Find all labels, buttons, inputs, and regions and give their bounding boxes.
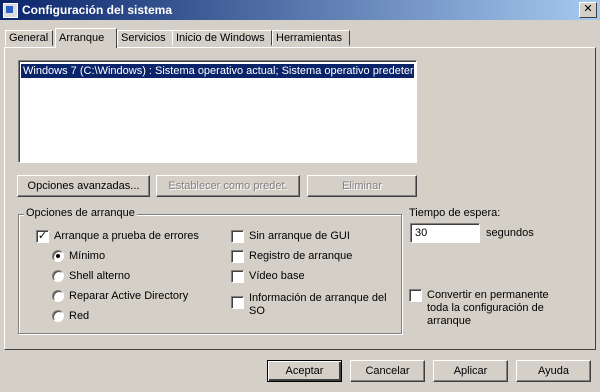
base-video-label: Vídeo base bbox=[249, 270, 305, 282]
os-info-label-line1: Información de arranque del bbox=[249, 292, 387, 304]
make-permanent-line2: toda la configuración de bbox=[427, 302, 544, 314]
make-permanent-checkbox-row[interactable]: Convertir en permanente toda la configur… bbox=[409, 289, 549, 328]
help-button[interactable]: Ayuda bbox=[516, 360, 591, 382]
safe-boot-label: Arranque a prueba de errores bbox=[54, 230, 199, 242]
os-info-checkbox[interactable] bbox=[231, 296, 244, 309]
apply-button[interactable]: Aplicar bbox=[433, 360, 508, 382]
timeout-label: Tiempo de espera: bbox=[409, 207, 501, 219]
set-default-button[interactable]: Establecer como predet. bbox=[156, 175, 300, 197]
boot-log-label: Registro de arranque bbox=[249, 250, 353, 262]
os-info-checkbox-row[interactable]: Información de arranque del SO bbox=[231, 292, 387, 318]
base-video-checkbox-row[interactable]: Vídeo base bbox=[231, 270, 305, 283]
timeout-unit-label: segundos bbox=[486, 227, 534, 239]
close-button[interactable]: ✕ bbox=[579, 2, 597, 18]
delete-button[interactable]: Eliminar bbox=[307, 175, 417, 197]
radio-alternate-shell[interactable] bbox=[52, 270, 64, 282]
boot-entry-list[interactable]: Windows 7 (C:\Windows) : Sistema operati… bbox=[18, 60, 417, 163]
app-icon bbox=[3, 2, 18, 18]
radio-minimal-row[interactable]: Mínimo bbox=[52, 250, 105, 263]
no-gui-label: Sin arranque de GUI bbox=[249, 230, 350, 242]
radio-alternate-shell-row[interactable]: Shell alterno bbox=[52, 270, 130, 283]
no-gui-checkbox[interactable] bbox=[231, 230, 244, 243]
tab-servicios[interactable]: Servicios bbox=[117, 30, 174, 46]
no-gui-checkbox-row[interactable]: Sin arranque de GUI bbox=[231, 230, 350, 243]
boot-log-checkbox-row[interactable]: Registro de arranque bbox=[231, 250, 352, 263]
make-permanent-line1: Convertir en permanente bbox=[427, 289, 549, 301]
make-permanent-checkbox[interactable] bbox=[409, 289, 422, 302]
radio-active-directory-label: Reparar Active Directory bbox=[69, 290, 189, 302]
safe-boot-checkbox[interactable]: ✓ bbox=[36, 230, 49, 243]
window-title: Configuración del sistema bbox=[22, 3, 173, 17]
make-permanent-line3: arranque bbox=[427, 315, 472, 327]
tab-general[interactable]: General bbox=[5, 30, 53, 46]
tab-inicio-windows[interactable]: Inicio de Windows bbox=[172, 30, 272, 46]
os-info-label: Información de arranque del SO bbox=[249, 292, 387, 318]
list-item[interactable]: Windows 7 (C:\Windows) : Sistema operati… bbox=[21, 64, 414, 78]
radio-minimal-label: Mínimo bbox=[69, 250, 106, 262]
title-bar: Configuración del sistema ✕ bbox=[0, 0, 600, 20]
boot-log-checkbox[interactable] bbox=[231, 250, 244, 263]
timeout-input[interactable]: 30 bbox=[410, 223, 480, 243]
tab-herramientas[interactable]: Herramientas bbox=[272, 30, 350, 46]
cancel-button[interactable]: Cancelar bbox=[350, 360, 425, 382]
radio-active-directory-row[interactable]: Reparar Active Directory bbox=[52, 290, 188, 303]
make-permanent-label: Convertir en permanente toda la configur… bbox=[427, 289, 549, 328]
radio-network-label: Red bbox=[69, 310, 90, 322]
accept-button[interactable]: Aceptar bbox=[267, 360, 342, 382]
safe-boot-checkbox-row[interactable]: ✓ Arranque a prueba de errores bbox=[36, 230, 199, 243]
radio-minimal[interactable] bbox=[52, 250, 64, 262]
radio-active-directory[interactable] bbox=[52, 290, 64, 302]
boot-options-legend: Opciones de arranque bbox=[24, 207, 137, 219]
tab-arranque[interactable]: Arranque bbox=[55, 28, 117, 48]
radio-network[interactable] bbox=[52, 310, 64, 322]
os-info-label-line2: SO bbox=[249, 305, 265, 317]
advanced-options-button[interactable]: Opciones avanzadas... bbox=[17, 175, 150, 197]
radio-network-row[interactable]: Red bbox=[52, 310, 89, 323]
base-video-checkbox[interactable] bbox=[231, 270, 244, 283]
radio-alternate-shell-label: Shell alterno bbox=[69, 270, 131, 282]
